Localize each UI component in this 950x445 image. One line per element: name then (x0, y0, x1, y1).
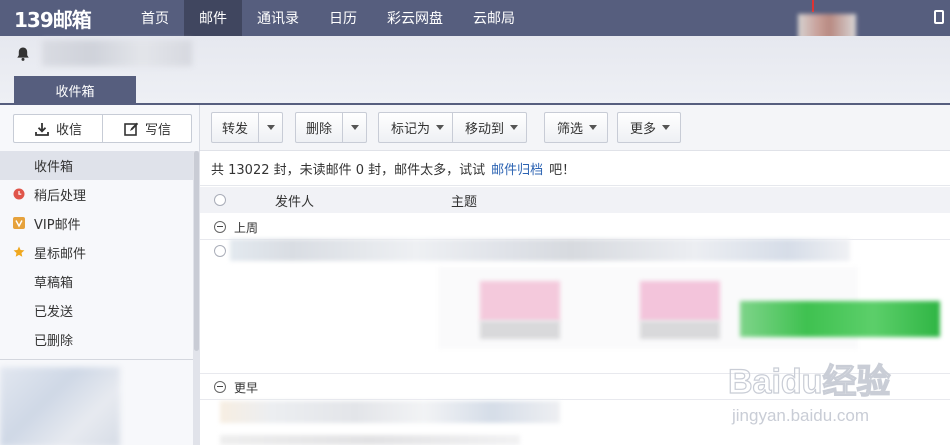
collapse-icon[interactable] (214, 381, 226, 393)
archive-link[interactable]: 邮件归档 (491, 159, 543, 178)
folder-sent[interactable]: 已发送 (0, 296, 193, 325)
chevron-down-icon (662, 125, 671, 130)
user-name-blurred (42, 40, 192, 66)
folder-label: VIP邮件 (34, 218, 81, 233)
chevron-down-icon (510, 125, 519, 130)
scrollbar-thumb[interactable] (194, 151, 199, 351)
folder-label: 星标邮件 (34, 247, 87, 262)
row-checkbox[interactable] (214, 245, 226, 257)
image-thumb-blurred (480, 321, 560, 339)
star-icon (13, 246, 25, 257)
compose-group: 收信 写信 (13, 114, 192, 143)
banner-blurred (740, 301, 940, 337)
group-label: 上周 (234, 220, 259, 235)
more-button[interactable]: 更多 (617, 112, 682, 143)
folder-vip[interactable]: VIP邮件 (0, 209, 193, 238)
receive-label: 收信 (55, 123, 82, 138)
column-sender[interactable]: 发件人 (275, 191, 314, 210)
forward-dropdown[interactable] (258, 113, 282, 142)
delete-label: 删除 (306, 122, 333, 137)
folder-drafts[interactable]: 草稿箱 (0, 267, 193, 296)
logo-139mail[interactable]: 139邮箱 (0, 0, 126, 36)
vip-icon (13, 217, 25, 229)
bell-icon[interactable] (15, 46, 31, 62)
watermark-url: jingyan.baidu.com (731, 406, 869, 425)
write-label: 写信 (144, 123, 171, 138)
chevron-down-icon (436, 125, 445, 130)
folder-label: 草稿箱 (34, 276, 74, 291)
folder-starred[interactable]: 星标邮件 (0, 238, 193, 267)
nav-home[interactable]: 首页 (126, 0, 184, 36)
delete-dropdown[interactable] (342, 113, 366, 142)
baidu-jingyan-watermark: Baidu经验 jingyan.baidu.com (728, 361, 891, 425)
folder-label: 已删除 (34, 334, 74, 349)
filter-button[interactable]: 筛选 (544, 112, 609, 143)
tab-inbox[interactable]: 收件箱 (14, 76, 136, 104)
write-button[interactable]: 写信 (102, 115, 191, 142)
receive-button[interactable]: 收信 (14, 115, 102, 142)
folder-label: 已发送 (34, 305, 74, 320)
folder-list: 收件箱 稍后处理 VIP邮件 星标邮件 草稿箱 已发送 已删除 (0, 151, 193, 354)
move-to-button[interactable]: 移动到 (452, 113, 526, 142)
edit-icon (124, 122, 139, 136)
download-icon (35, 122, 49, 136)
folder-label: 稍后处理 (34, 189, 87, 204)
clock-icon (13, 188, 25, 200)
sidebar-scrollbar[interactable] (193, 151, 200, 445)
nav-mail[interactable]: 邮件 (184, 0, 242, 36)
sidebar: 收信 写信 收件箱 稍后处理 VIP邮件 星标邮件 草稿箱 已发送 已删除 (0, 105, 200, 445)
forward-label: 转发 (222, 122, 249, 137)
forward-button[interactable]: 转发 (211, 112, 284, 143)
nav-cloud-drive[interactable]: 彩云网盘 (372, 0, 458, 36)
more-label: 更多 (630, 122, 657, 137)
folder-inbox[interactable]: 收件箱 (0, 151, 193, 180)
window-icon[interactable] (934, 10, 944, 24)
mail-count-text: 共 13022 封，未读邮件 0 封，邮件太多，试试 (211, 162, 486, 178)
chevron-down-icon (266, 125, 275, 130)
mark-as-button[interactable]: 标记为 (379, 113, 452, 142)
mail-row-blurred[interactable] (230, 239, 850, 261)
mail-row-blurred[interactable] (220, 401, 560, 423)
move-to-label: 移动到 (465, 122, 505, 137)
image-thumb-blurred (480, 281, 560, 321)
mark-move-group: 标记为 移动到 (378, 112, 528, 143)
chevron-down-icon (589, 125, 598, 130)
image-thumb-blurred (640, 281, 720, 321)
list-header: 发件人 主题 (200, 187, 950, 213)
group-last-week[interactable]: 上周 (200, 215, 950, 239)
watermark-brand: Baidu经验 (728, 362, 890, 401)
chevron-down-icon (350, 125, 359, 130)
info-bar: 共 13022 封，未读邮件 0 封，邮件太多，试试 邮件归档 吧！ (200, 151, 950, 186)
filter-label: 筛选 (557, 122, 584, 137)
notification-marker (812, 0, 814, 12)
nav-cloud-post[interactable]: 云邮局 (458, 0, 530, 36)
mark-as-label: 标记为 (391, 122, 431, 137)
folder-deleted[interactable]: 已删除 (0, 325, 193, 354)
info-suffix: 吧！ (549, 162, 576, 178)
folder-label: 收件箱 (34, 160, 74, 175)
image-thumb-blurred (640, 321, 720, 339)
delete-button[interactable]: 删除 (295, 112, 368, 143)
toolbar: 转发 删除 标记为 移动到 筛选 更多 (200, 105, 950, 151)
column-subject[interactable]: 主题 (451, 191, 477, 210)
nav-calendar[interactable]: 日历 (314, 0, 372, 36)
group-label: 更早 (234, 380, 259, 395)
collapse-icon[interactable] (214, 221, 226, 233)
sidebar-divider (0, 359, 193, 360)
mail-row-blurred[interactable] (220, 435, 520, 445)
nav-contacts[interactable]: 通讯录 (242, 0, 314, 36)
select-all-checkbox[interactable] (214, 194, 226, 206)
folder-later[interactable]: 稍后处理 (0, 180, 193, 209)
sidebar-blurred-content (0, 367, 120, 445)
